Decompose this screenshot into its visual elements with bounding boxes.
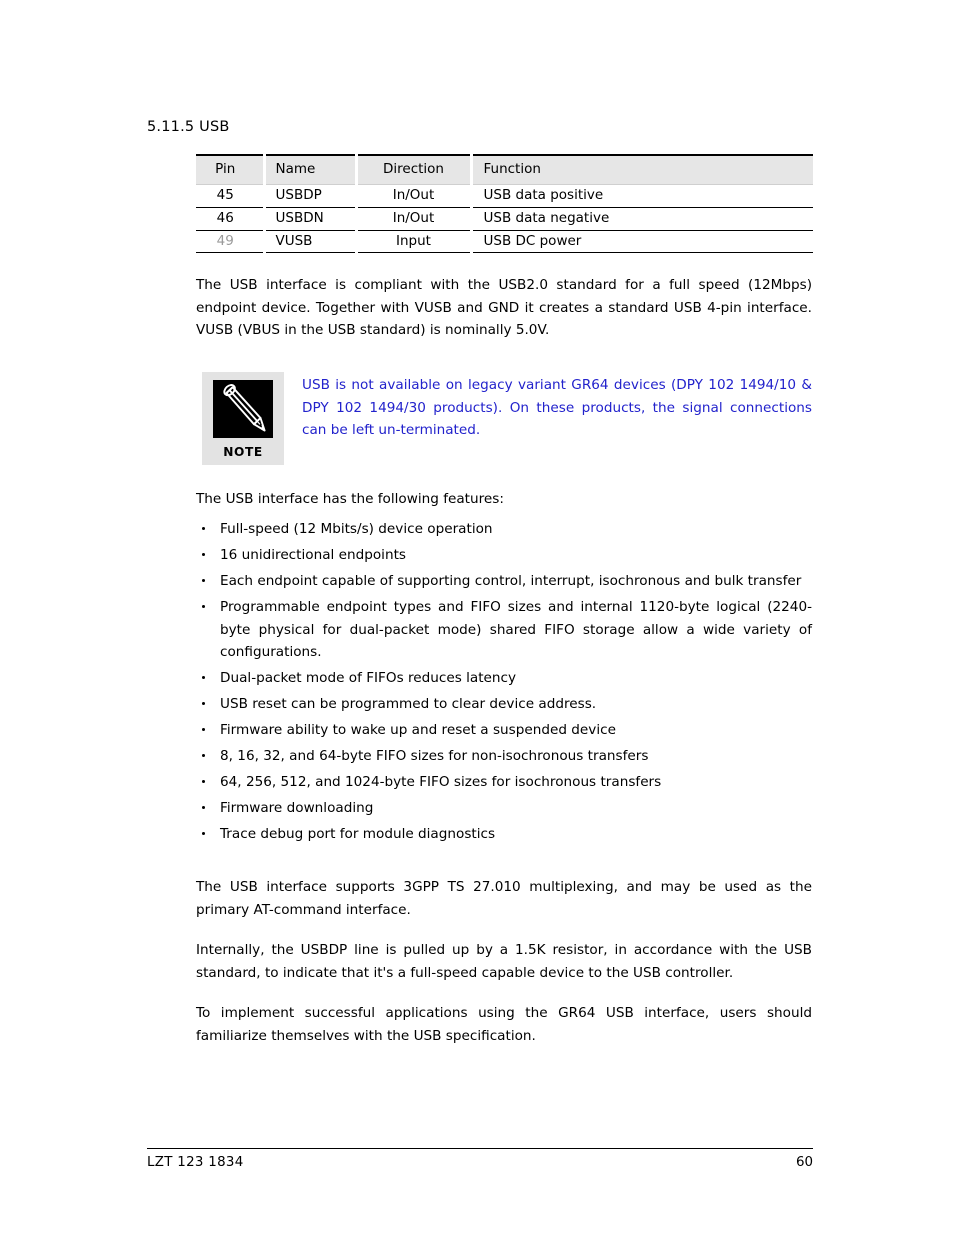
note-badge-label: NOTE <box>223 445 263 459</box>
list-item-label: 16 unidirectional endpoints <box>220 547 406 563</box>
cell-function: USB DC power <box>469 230 813 254</box>
cell-function: USB data negative <box>469 207 813 231</box>
list-item: 64, 256, 512, and 1024-byte FIFO sizes f… <box>196 771 812 794</box>
list-item-label: Dual-packet mode of FIFOs reduces latenc… <box>220 670 517 686</box>
footer-document-id: LZT 123 1834 <box>147 1155 244 1170</box>
usb-pin-table: Pin Name Direction Function 45 USBDP In/… <box>196 153 813 254</box>
list-item-label: Firmware downloading <box>220 800 374 816</box>
pencil-icon <box>213 380 273 438</box>
bullet-icon <box>202 780 206 784</box>
list-item: Firmware downloading <box>196 797 812 820</box>
footer-divider <box>147 1148 813 1149</box>
bullet-icon <box>202 806 206 810</box>
bullet-icon <box>202 553 206 557</box>
paragraph-implement: To implement successful applications usi… <box>196 1005 812 1044</box>
paragraph-3gpp: The USB interface supports 3GPP TS 27.01… <box>196 879 812 918</box>
cell-name: VUSB <box>262 230 356 254</box>
bullet-icon <box>202 702 206 706</box>
table-row: 46 USBDN In/Out USB data negative <box>196 207 813 231</box>
cell-direction: In/Out <box>354 184 471 208</box>
list-item: 16 unidirectional endpoints <box>196 544 812 567</box>
list-item: Trace debug port for module diagnostics <box>196 823 812 846</box>
list-item-label: 64, 256, 512, and 1024-byte FIFO sizes f… <box>220 774 662 790</box>
list-item-label: Full-speed (12 Mbits/s) device operation <box>220 521 493 537</box>
cell-pin: 45 <box>196 184 264 208</box>
cell-name: USBDP <box>262 184 356 208</box>
note-callout: NOTE USB is not available on legacy vari… <box>202 372 812 472</box>
list-item-label: USB reset can be programmed to clear dev… <box>220 696 597 712</box>
bullet-icon <box>202 579 206 583</box>
features-intro: The USB interface has the following feat… <box>196 491 504 507</box>
table-header-row: Pin Name Direction Function <box>196 153 813 185</box>
cell-direction: Input <box>354 230 471 254</box>
paragraph-internal: Internally, the USBDP line is pulled up … <box>196 942 812 981</box>
document-page: 5.11.5 USB Pin Name Direction Function 4… <box>0 0 954 1235</box>
bullet-icon <box>202 728 206 732</box>
column-header-function: Function <box>469 153 813 185</box>
bullet-icon <box>202 832 206 836</box>
bullet-icon <box>202 754 206 758</box>
features-list: Full-speed (12 Mbits/s) device operation… <box>196 518 812 846</box>
list-item: Full-speed (12 Mbits/s) device operation <box>196 518 812 541</box>
table-row: 49 VUSB Input USB DC power <box>196 230 813 254</box>
cell-direction: In/Out <box>354 207 471 231</box>
list-item: USB reset can be programmed to clear dev… <box>196 693 812 716</box>
list-item-label: Firmware ability to wake up and reset a … <box>220 722 616 738</box>
footer-page-number: 60 <box>795 1155 813 1170</box>
bullet-icon <box>202 676 206 680</box>
bullet-icon <box>202 605 206 609</box>
list-item: Firmware ability to wake up and reset a … <box>196 719 812 742</box>
list-item: Each endpoint capable of supporting cont… <box>196 570 812 593</box>
list-item-label: 8, 16, 32, and 64-byte FIFO sizes for no… <box>220 748 649 764</box>
cell-name: USBDN <box>262 207 356 231</box>
list-item: 8, 16, 32, and 64-byte FIFO sizes for no… <box>196 745 812 768</box>
list-item-label: Trace debug port for module diagnostics <box>220 826 496 842</box>
list-item-label: Each endpoint capable of supporting cont… <box>220 573 802 589</box>
cell-pin: 46 <box>196 207 264 231</box>
bullet-icon <box>202 527 206 531</box>
cell-function: USB data positive <box>469 184 813 208</box>
list-item-label: Programmable endpoint types and FIFO siz… <box>220 599 812 660</box>
list-item: Dual-packet mode of FIFOs reduces latenc… <box>196 667 812 690</box>
column-header-pin: Pin <box>196 153 264 185</box>
intro-paragraph: The USB interface is compliant with the … <box>196 277 812 338</box>
column-header-name: Name <box>262 153 356 185</box>
note-text: USB is not available on legacy variant G… <box>302 377 812 438</box>
column-header-direction: Direction <box>354 153 471 185</box>
note-badge: NOTE <box>202 372 284 465</box>
list-item: Programmable endpoint types and FIFO siz… <box>196 596 812 664</box>
cell-pin: 49 <box>196 230 264 254</box>
page-title: 5.11.5 USB <box>147 119 230 135</box>
table-row: 45 USBDP In/Out USB data positive <box>196 184 813 208</box>
